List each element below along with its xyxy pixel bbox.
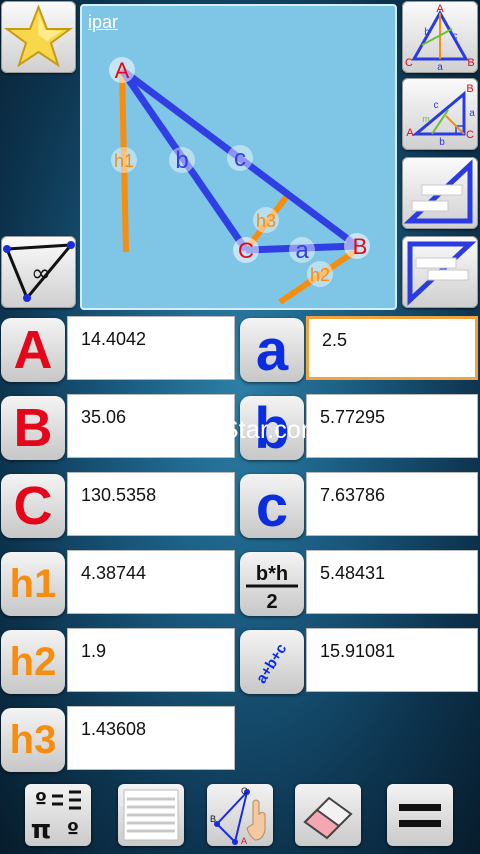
angle-c-field[interactable]: 130.5358 [67,472,235,536]
menu-button[interactable] [118,784,184,846]
general-triangle-button[interactable]: A C B a b c [402,1,478,73]
svg-text:a: a [469,108,475,119]
height-h3-label: h3 [256,211,276,231]
list-lines-icon [123,789,179,841]
labeled-triangle-icon: A C B a b c [405,3,475,73]
angle-c-label[interactable]: C [1,474,65,538]
hand-icon [246,799,266,841]
svg-text:C: C [241,786,248,796]
area-formula-icon: b*h 2 [246,563,298,613]
svg-text:π: π [31,815,52,845]
triangle-mode-one-icon [403,159,473,224]
svg-text:A: A [406,127,414,139]
height-h2-label[interactable]: h2 [1,630,65,694]
favorite-star-button[interactable] [1,1,76,73]
svg-text:c: c [453,31,458,42]
side-c-label: c [234,145,246,172]
vertex-a-label: A [115,58,130,83]
svg-text:A: A [436,3,444,15]
side-b-label: b [175,147,188,174]
perimeter-field[interactable]: 15.91081 [306,628,478,692]
svg-text:C: C [405,57,413,69]
svg-text:C: C [466,129,474,141]
triangle-drawing: A C B b c a h1 h3 h2 [109,57,370,305]
svg-text:b: b [424,27,430,38]
height-h2-label: h2 [310,265,330,285]
asa-triangle-button[interactable] [402,236,478,308]
side-c-field[interactable]: 7.63786 [306,472,478,536]
svg-text:B: B [210,814,216,824]
svg-text:c: c [434,100,439,111]
infinite-triangle-button[interactable]: ∞ [1,236,76,308]
svg-text:A: A [241,836,247,846]
side-a-label[interactable]: a [240,318,304,383]
svg-text:m: m [422,114,430,124]
triangle-outline-icon: ∞ [3,241,75,302]
svg-text:B: B [466,83,473,95]
svg-text:º: º [67,819,79,844]
triangle-canvas[interactable]: ipar A C B b c a h1 h3 h2 [80,4,397,310]
area-field[interactable]: 5.48431 [306,550,478,614]
degrees-pi-icon: º π º [31,789,81,845]
right-triangle-button[interactable]: A C B b a c m [402,78,478,150]
side-a-field[interactable]: 2.5 [306,316,478,380]
sas-triangle-button[interactable] [402,157,478,229]
vertex-b-label: B [353,234,368,259]
side-c-label[interactable]: c [240,474,304,539]
svg-text:2: 2 [266,591,277,613]
side-b-field[interactable]: 5.77295 [306,394,478,458]
svg-text:a+b+c: a+b+c [253,641,290,687]
clear-button[interactable] [295,784,361,846]
degrees-radians-button[interactable]: º π º [25,784,91,846]
height-h2-field[interactable]: 1.9 [67,628,235,692]
drag-vertex-button[interactable]: C B A [207,784,273,846]
height-h1-label[interactable]: h1 [1,552,65,616]
hand-triangle-icon: C B A [210,786,266,846]
svg-text:º: º [35,789,47,814]
watermark: UpdateStar.com [140,416,323,444]
angle-a-label[interactable]: A [1,318,65,382]
height-h3-field[interactable]: 1.43608 [67,706,235,770]
infinity-symbol: ∞ [31,259,51,287]
svg-text:b: b [439,137,445,148]
height-h1-label: h1 [114,151,134,171]
perimeter-formula-label[interactable]: a+b+c [240,630,304,694]
right-triangle-icon: A C B b a c m [406,83,475,148]
vertex-c-label: C [238,238,254,263]
angle-b-label[interactable]: B [1,396,65,460]
svg-text:B: B [467,57,474,69]
triangle-mode-two-icon [407,241,477,306]
star-icon [3,4,74,68]
equals-icon [399,804,441,827]
svg-text:a: a [437,62,443,73]
height-h1-field[interactable]: 4.38744 [67,550,235,614]
eraser-icon [303,796,353,840]
perimeter-formula-icon: a+b+c [253,641,290,687]
svg-text:b*h: b*h [256,563,288,585]
side-a-label: a [295,237,309,264]
height-h3-label[interactable]: h3 [1,708,65,772]
angle-a-field[interactable]: 14.4042 [67,316,235,380]
area-formula-label[interactable]: b*h 2 [240,552,304,616]
calculate-button[interactable] [387,784,453,846]
